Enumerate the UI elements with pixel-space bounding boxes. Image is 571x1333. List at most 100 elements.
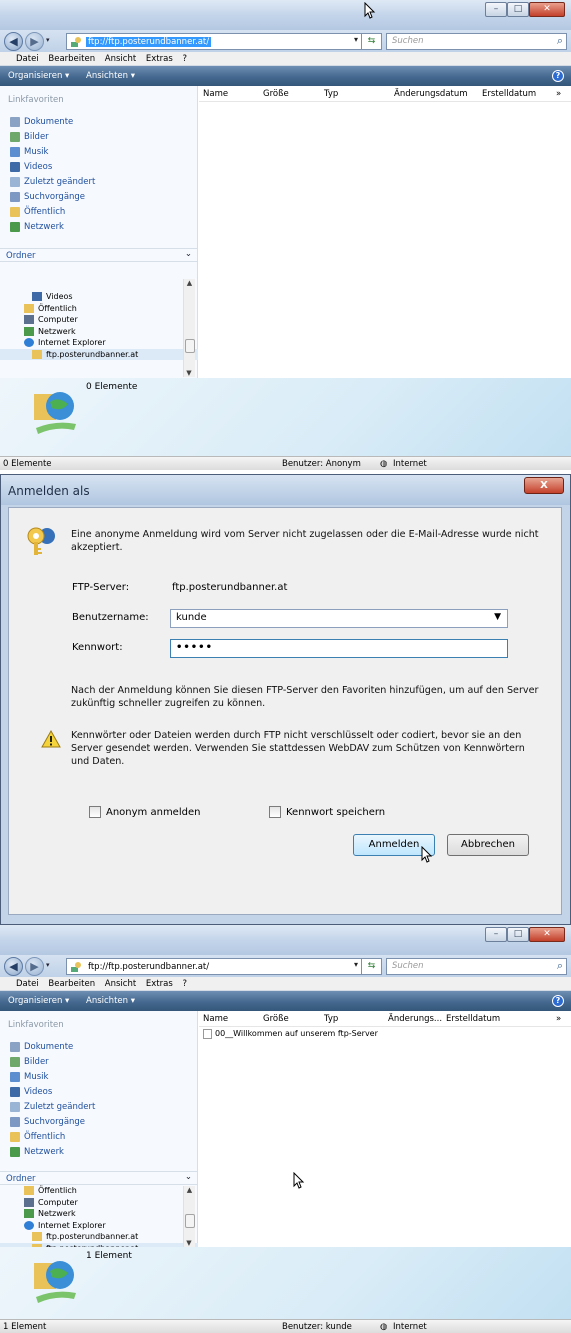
col-created[interactable]: Erstelldatum [482, 89, 536, 99]
minimize-button[interactable]: – [485, 927, 507, 942]
maximize-button[interactable]: □ [507, 2, 529, 17]
tree-item-selected[interactable]: ftp.posterundbanner.at [0, 348, 198, 360]
fav-zuletzt[interactable]: Zuletzt geändert [0, 174, 197, 189]
col-created[interactable]: Erstelldatum [446, 1014, 500, 1024]
refresh-icon[interactable]: ⇆ [362, 33, 382, 50]
menu-bearbeiten[interactable]: Bearbeiten [48, 54, 95, 64]
views-button[interactable]: Ansichten ▾ [86, 71, 135, 81]
fav-videos[interactable]: Videos [0, 1084, 197, 1099]
menu-ansicht[interactable]: Ansicht [105, 54, 136, 64]
minimize-button[interactable]: – [485, 2, 507, 17]
col-modified[interactable]: Änderungs... [388, 1014, 442, 1024]
col-modified[interactable]: Änderungsdatum [394, 89, 468, 99]
tree-item[interactable]: Internet Explorer [0, 1220, 198, 1232]
tree-scrollbar[interactable]: ▲ ▼ [183, 279, 195, 377]
refresh-icon[interactable]: ⇆ [362, 958, 382, 975]
menu-datei[interactable]: Datei [16, 54, 39, 64]
scroll-thumb[interactable] [185, 1214, 195, 1228]
checkbox-box[interactable] [89, 806, 101, 818]
menu-bearbeiten[interactable]: Bearbeiten [48, 979, 95, 989]
ordner-header[interactable]: Ordner ⌄ [0, 248, 198, 262]
tree-item[interactable]: Öffentlich [0, 1185, 198, 1197]
fav-bilder[interactable]: Bilder [0, 1054, 197, 1069]
address-dropdown-icon[interactable]: ▾ [354, 35, 358, 44]
search-input[interactable]: Suchen ⌕ [386, 33, 567, 50]
title-bar[interactable]: – □ ✕ [0, 0, 571, 30]
address-input[interactable]: ftp://ftp.posterundbanner.at/ ▾ [66, 33, 362, 50]
fav-netzwerk[interactable]: Netzwerk [0, 219, 197, 234]
search-input[interactable]: Suchen ⌕ [386, 958, 567, 975]
title-bar[interactable]: – □ ✕ [0, 925, 571, 955]
anonymous-checkbox[interactable]: Anonym anmelden [89, 806, 200, 818]
scroll-down-icon[interactable]: ▼ [184, 1239, 194, 1247]
fav-musik[interactable]: Musik [0, 144, 197, 159]
fav-videos[interactable]: Videos [0, 159, 197, 174]
fav-oeffentlich[interactable]: Öffentlich [0, 204, 197, 219]
history-dropdown-icon[interactable]: ▾ [46, 961, 50, 969]
scroll-down-icon[interactable]: ▼ [184, 369, 194, 377]
menu-help[interactable]: ? [182, 54, 187, 64]
fav-dokumente[interactable]: Dokumente [0, 1039, 197, 1054]
fav-bilder[interactable]: Bilder [0, 129, 197, 144]
search-icon[interactable]: ⌕ [557, 959, 563, 973]
tree-item[interactable]: Netzwerk [0, 1208, 198, 1220]
tree-scrollbar[interactable]: ▲ ▼ [183, 1186, 195, 1247]
fav-oeffentlich[interactable]: Öffentlich [0, 1129, 197, 1144]
file-row[interactable]: 00__Willkommen auf unserem ftp-Server [199, 1027, 571, 1040]
search-icon[interactable]: ⌕ [557, 34, 563, 48]
menu-help[interactable]: ? [182, 979, 187, 989]
fav-musik[interactable]: Musik [0, 1069, 197, 1084]
cancel-button[interactable]: Abbrechen [447, 834, 529, 856]
ordner-header[interactable]: Ordner ⌄ [0, 1171, 198, 1185]
dialog-title-bar[interactable]: Anmelden als X [1, 475, 570, 505]
address-input[interactable]: ftp://ftp.posterundbanner.at/ ▾ [66, 958, 362, 975]
col-type[interactable]: Typ [324, 89, 338, 99]
tree-item[interactable]: Internet Explorer [0, 337, 198, 349]
fav-zuletzt[interactable]: Zuletzt geändert [0, 1099, 197, 1114]
scroll-up-icon[interactable]: ▲ [184, 279, 195, 287]
col-more[interactable]: » [556, 89, 561, 99]
forward-icon[interactable]: ▶ [25, 957, 44, 976]
close-button[interactable]: ✕ [529, 927, 565, 942]
views-button[interactable]: Ansichten ▾ [86, 996, 135, 1006]
history-dropdown-icon[interactable]: ▾ [46, 36, 50, 44]
checkbox-box[interactable] [269, 806, 281, 818]
forward-icon[interactable]: ▶ [25, 32, 44, 51]
scroll-up-icon[interactable]: ▲ [184, 1186, 195, 1194]
menu-datei[interactable]: Datei [16, 979, 39, 989]
fav-netzwerk[interactable]: Netzwerk [0, 1144, 197, 1159]
tree-item[interactable]: Computer [0, 1197, 198, 1209]
tree-item[interactable]: Computer [0, 314, 198, 326]
menu-extras[interactable]: Extras [146, 979, 173, 989]
col-size[interactable]: Größe [263, 1014, 289, 1024]
address-dropdown-icon[interactable]: ▾ [354, 960, 358, 969]
col-size[interactable]: Größe [263, 89, 289, 99]
back-icon[interactable]: ◀ [4, 32, 23, 51]
back-icon[interactable]: ◀ [4, 957, 23, 976]
organize-button[interactable]: Organisieren ▾ [8, 996, 69, 1006]
help-icon[interactable]: ? [552, 70, 564, 82]
maximize-button[interactable]: □ [507, 927, 529, 942]
username-field[interactable]: kunde ▼ [170, 609, 508, 628]
save-password-checkbox[interactable]: Kennwort speichern [269, 806, 385, 818]
fav-dokumente[interactable]: Dokumente [0, 114, 197, 129]
tree-item[interactable]: Netzwerk [0, 326, 198, 338]
menu-extras[interactable]: Extras [146, 54, 173, 64]
col-name[interactable]: Name [203, 1014, 228, 1024]
fav-suchvorgaenge[interactable]: Suchvorgänge [0, 1114, 197, 1129]
menu-ansicht[interactable]: Ansicht [105, 979, 136, 989]
col-name[interactable]: Name [203, 89, 228, 99]
password-field[interactable]: ••••• [170, 639, 508, 658]
dialog-close-button[interactable]: X [524, 477, 564, 494]
col-more[interactable]: » [556, 1014, 561, 1024]
col-type[interactable]: Typ [324, 1014, 338, 1024]
scroll-thumb[interactable] [185, 339, 195, 353]
tree-item[interactable]: Öffentlich [0, 303, 198, 315]
tree-item[interactable]: Videos [0, 291, 198, 303]
organize-button[interactable]: Organisieren ▾ [8, 71, 69, 81]
fav-suchvorgaenge[interactable]: Suchvorgänge [0, 189, 197, 204]
close-button[interactable]: ✕ [529, 2, 565, 17]
chevron-down-icon[interactable]: ▼ [494, 612, 501, 622]
help-icon[interactable]: ? [552, 995, 564, 1007]
tree-item[interactable]: ftp.posterundbanner.at [0, 1231, 198, 1243]
